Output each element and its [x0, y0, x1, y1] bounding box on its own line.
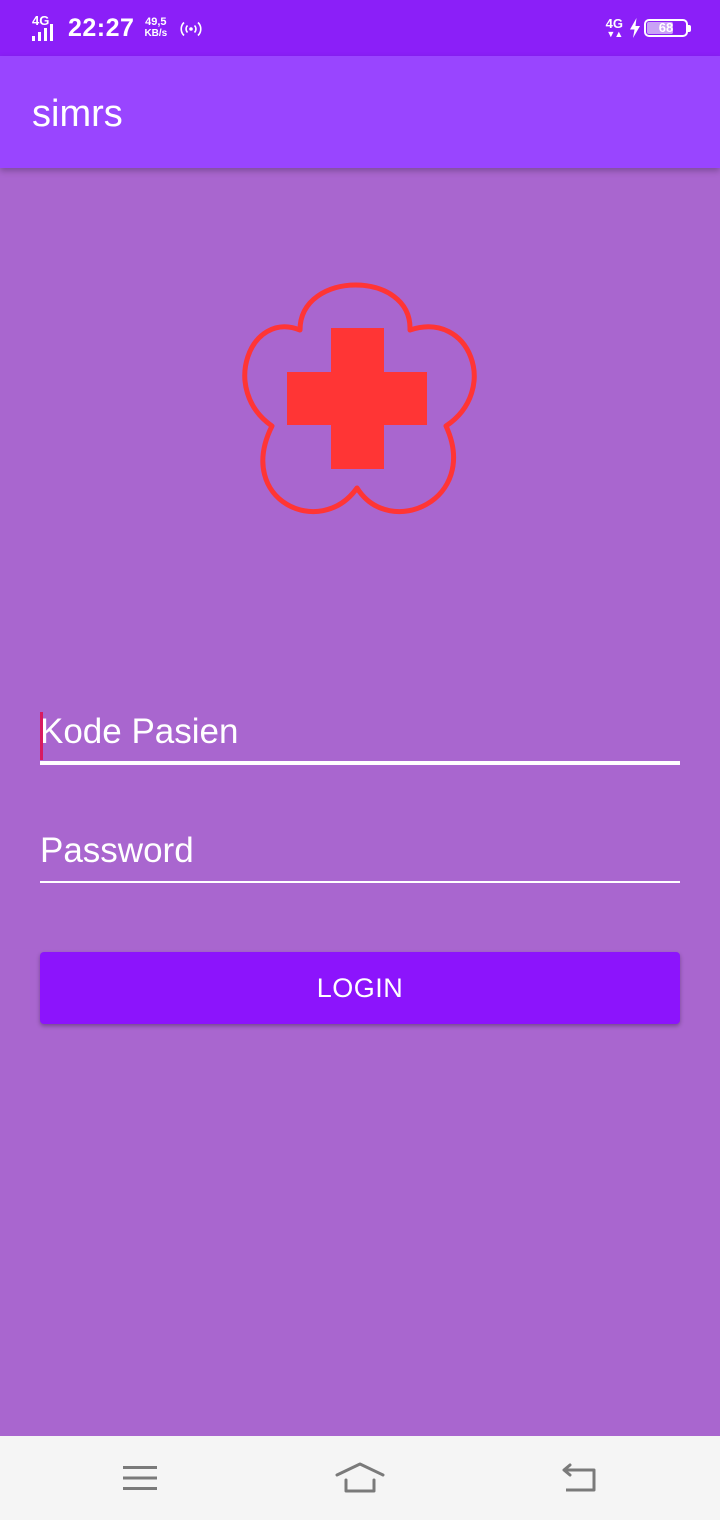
login-button[interactable]: LOGIN	[40, 952, 680, 1024]
signal-icon: 4G	[32, 14, 62, 42]
back-icon	[562, 1463, 596, 1492]
menu-button[interactable]	[110, 1456, 170, 1500]
password-underline	[40, 881, 680, 883]
status-bar-right: 4G ▼▲ 68	[605, 14, 691, 42]
navigation-bar	[0, 1436, 720, 1520]
bolt-icon	[630, 18, 640, 38]
app-title: simrs	[32, 93, 123, 135]
text-cursor	[40, 712, 43, 760]
status-bar: 4G 22:27 49,5 KB/s 4G ▼▲ 68	[0, 0, 720, 56]
home-icon	[335, 1462, 385, 1493]
hotspot-icon	[180, 21, 202, 37]
status-time: 22:27	[68, 13, 135, 42]
network-speed: 49,5 KB/s	[144, 16, 168, 40]
network-speed-value: 49,5	[145, 16, 167, 28]
kode-pasien-input[interactable]	[40, 704, 680, 760]
battery-icon: 68	[644, 19, 691, 37]
password-input[interactable]	[40, 823, 680, 879]
back-button[interactable]	[549, 1456, 609, 1500]
status-bar-left: 4G 22:27 49,5 KB/s	[32, 12, 203, 44]
mobile-data-icon: 4G ▼▲	[605, 15, 624, 39]
battery-level: 68	[658, 20, 674, 35]
menu-icon	[123, 1466, 157, 1490]
red-cross-flower-logo	[242, 282, 477, 515]
password-field[interactable]	[40, 823, 680, 883]
kode-pasien-field[interactable]	[40, 704, 680, 765]
kode-pasien-underline	[40, 761, 680, 765]
home-button[interactable]	[330, 1456, 390, 1500]
network-speed-unit: KB/s	[144, 28, 168, 39]
network-type-label-right: 4G	[605, 15, 623, 31]
app-bar: simrs	[0, 56, 720, 168]
login-screen: 4G 22:27 49,5 KB/s 4G ▼▲ 68 simrs Kode P…	[0, 0, 720, 1520]
